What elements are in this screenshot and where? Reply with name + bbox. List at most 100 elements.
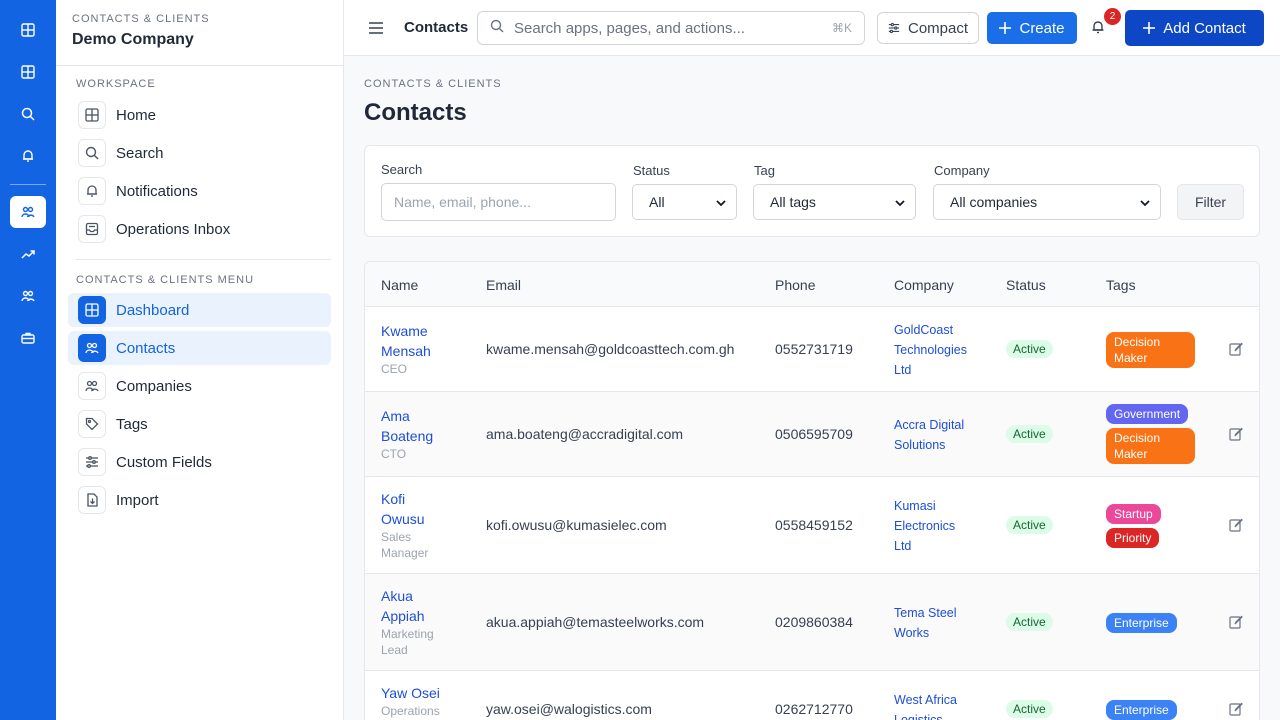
column-header-name[interactable]: Name [381,277,418,293]
company-link[interactable]: Works [894,623,957,643]
table-row[interactable]: Yaw Osei Operations yaw.osei@walogistics… [365,671,1259,720]
rail-trending-icon[interactable] [10,238,46,270]
inbox-icon [78,215,106,243]
sidebar-item-search[interactable]: Search [68,136,331,170]
sidebar-item-dashboard[interactable]: Dashboard [68,293,331,327]
sidebar-item-home[interactable]: Home [68,98,331,132]
contact-role: Manager [381,546,429,560]
chevron-down-icon [895,200,905,207]
edit-icon[interactable] [1229,427,1243,441]
sidebar-item-tags[interactable]: Tags [68,407,331,441]
company-link[interactable]: Ltd [894,536,955,556]
company-link[interactable]: Logistics [894,710,957,720]
sidebar-item-label: Custom Fields [116,453,212,471]
company-link[interactable]: Ltd [894,360,967,380]
sidebar-divider [76,259,331,260]
add-contact-button[interactable]: Add Contact [1125,10,1264,46]
plus-icon [999,22,1012,34]
sidebar: CONTACTS & CLIENTS Demo Company WORKSPAC… [56,0,344,720]
sidebar-item-companies[interactable]: Companies [68,369,331,403]
contact-name-link[interactable]: Kofi [381,489,428,509]
status-select[interactable]: All [632,184,737,220]
edit-icon[interactable] [1229,615,1243,629]
column-header-company[interactable]: Company [894,277,954,293]
edit-icon[interactable] [1229,518,1243,532]
status-badge: Active [1006,516,1053,534]
table-row[interactable]: Ama Boateng CTO ama.boateng@accradigital… [365,392,1259,477]
contact-email: kwame.mensah@goldcoasttech.com.gh [486,341,735,357]
company-link[interactable]: Electronics [894,516,955,536]
contact-phone: 0558459152 [775,517,853,533]
contact-name-link[interactable]: Mensah [381,341,431,361]
column-header-phone[interactable]: Phone [775,277,815,293]
sliders-icon [888,22,900,34]
contact-phone: 0506595709 [775,426,853,442]
compact-toggle-button[interactable]: Compact [877,12,979,44]
company-link[interactable]: Technologies [894,340,967,360]
table-row[interactable]: Akua Appiah Marketing Lead akua.appiah@t… [365,574,1259,671]
sidebar-company-name[interactable]: Demo Company [72,31,327,49]
rail-briefcase-icon[interactable] [10,322,46,354]
contact-name-link[interactable]: Appiah [381,606,434,626]
rail-contacts-icon[interactable] [10,196,46,228]
sidebar-item-import[interactable]: Import [68,483,331,517]
contact-name-link[interactable]: Owusu [381,509,428,529]
company-select[interactable]: All companies [933,184,1161,220]
contact-role: CTO [381,447,407,461]
contact-name-link[interactable]: Ama [381,406,433,426]
sidebar-item-notifications[interactable]: Notifications [68,174,331,208]
contact-name-link[interactable]: Yaw Osei [381,683,440,703]
contact-name-link[interactable]: Kwame [381,321,431,341]
rail-search-icon[interactable] [10,98,46,130]
create-button[interactable]: Create [987,12,1077,44]
tag-select[interactable]: All tags [753,184,916,220]
company-link[interactable]: GoldCoast [894,320,967,340]
rail-dashboard-icon[interactable] [10,56,46,88]
contact-name-link[interactable]: Boateng [381,426,433,446]
search-shortcut-hint: ⌘K [831,21,852,35]
create-label: Create [1019,19,1065,37]
chevron-down-icon [1140,200,1150,207]
company-link[interactable]: Kumasi [894,496,955,516]
contact-search-input[interactable] [381,183,616,221]
column-header-status[interactable]: Status [1006,277,1046,293]
contact-name-cell: Yaw Osei Operations [381,683,440,719]
company-link[interactable]: Accra Digital [894,415,964,435]
table-row[interactable]: Kofi Owusu Sales Manager kofi.owusu@kuma… [365,477,1259,574]
contact-company-cell: West Africa Logistics [894,690,957,720]
edit-icon[interactable] [1229,702,1243,716]
rail-bell-icon[interactable] [10,140,46,172]
sidebar-item-label: Companies [116,377,192,395]
contact-role: Lead [381,643,408,657]
company-link[interactable]: West Africa [894,690,957,710]
column-header-email[interactable]: Email [486,277,521,293]
contact-name-link[interactable]: Akua [381,586,434,606]
filter-button[interactable]: Filter [1177,184,1244,220]
sidebar-item-custom-fields[interactable]: Custom Fields [68,445,331,479]
company-link[interactable]: Solutions [894,435,964,455]
sidebar-header: CONTACTS & CLIENTS Demo Company [56,0,343,66]
column-header-tags[interactable]: Tags [1106,277,1136,293]
sidebar-item-contacts[interactable]: Contacts [68,331,331,365]
contact-name-cell: Kofi Owusu Sales Manager [381,489,428,561]
contact-phone: 0552731719 [775,341,853,357]
add-contact-label: Add Contact [1163,19,1246,37]
file-import-icon [78,486,106,514]
users-icon [78,372,106,400]
rail-users-icon[interactable] [10,280,46,312]
global-search[interactable]: ⌘K [477,11,865,45]
contact-company-cell: GoldCoast Technologies Ltd [894,320,967,380]
tag-badge: Enterprise [1106,700,1177,720]
contact-email: kofi.owusu@kumasielec.com [486,517,667,533]
contact-phone: 0262712770 [775,701,853,717]
contact-role: Operations [381,704,440,718]
menu-icon[interactable] [366,19,386,37]
global-search-input[interactable] [514,19,814,37]
rail-apps-icon[interactable] [10,14,46,46]
search-icon [490,19,504,38]
table-row[interactable]: Kwame Mensah CEO kwame.mensah@goldcoastt… [365,307,1259,392]
sidebar-item-operations-inbox[interactable]: Operations Inbox [68,212,331,246]
edit-icon[interactable] [1229,342,1243,356]
contact-email: akua.appiah@temasteelworks.com [486,614,705,630]
company-link[interactable]: Tema Steel [894,603,957,623]
